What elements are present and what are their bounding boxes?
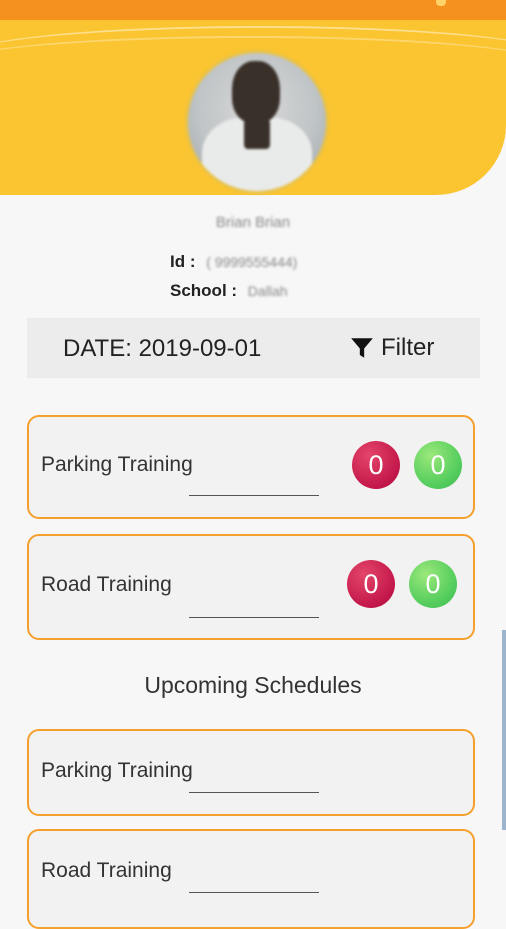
training-label: Road Training [41,859,172,882]
school-label: School : [170,281,238,300]
school-value: Dallah [247,283,288,299]
filter-button[interactable]: Filter [349,334,434,362]
scrollbar[interactable] [502,630,506,830]
training-label: Road Training [41,573,172,596]
upcoming-card-parking[interactable]: Parking Training [27,729,475,816]
id-row: Id : ( 9999555444) [170,252,297,272]
training-card-parking[interactable]: Parking Training 0 0 [27,415,475,519]
user-name: Brian Brian [215,214,291,231]
training-label: Parking Training [41,453,193,476]
status-indicator [436,0,446,6]
pending-count-badge[interactable]: 0 [352,441,400,489]
upcoming-schedules-title: Upcoming Schedules [144,672,362,698]
date-bar: DATE: 2019-09-01 Filter [27,318,480,378]
id-value: ( 9999555444) [206,254,298,270]
filter-funnel-icon [351,338,373,358]
school-row: School : Dallah [170,281,288,301]
label-underline [189,617,319,618]
label-underline [189,792,319,793]
label-underline [189,892,319,893]
completed-count-badge[interactable]: 0 [414,441,462,489]
status-bar [0,0,506,20]
avatar[interactable] [185,50,329,194]
training-label: Parking Training [41,759,193,782]
completed-count-badge[interactable]: 0 [409,560,457,608]
avatar-neck [244,119,270,149]
label-underline [189,495,319,496]
pending-count-badge[interactable]: 0 [347,560,395,608]
date-text[interactable]: DATE: 2019-09-01 [63,335,261,363]
id-label: Id : [170,252,196,271]
upcoming-card-road[interactable]: Road Training [27,829,475,929]
training-card-road[interactable]: Road Training 0 0 [27,534,475,640]
avatar-head [232,61,280,123]
filter-label: Filter [381,334,435,361]
